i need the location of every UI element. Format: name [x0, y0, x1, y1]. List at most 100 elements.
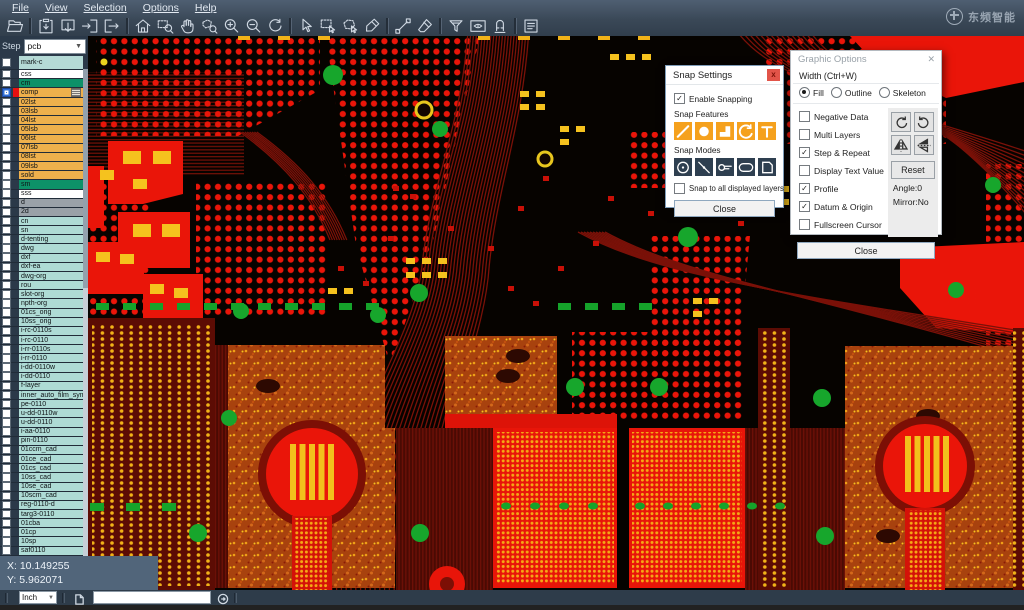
layer-checkbox[interactable]	[2, 244, 11, 253]
toolbar-export-button[interactable]	[101, 16, 123, 36]
toolbar-pan-button[interactable]	[176, 16, 198, 36]
toolbar-snap-button[interactable]	[489, 16, 511, 36]
layer-row[interactable]: targ3-0110	[0, 510, 83, 519]
layer-row[interactable]: pin-0110	[0, 437, 83, 446]
layer-row[interactable]: 10ss_cad	[0, 473, 83, 482]
snap-dialog-titlebar[interactable]: Snap Settings x	[666, 66, 783, 85]
layer-row[interactable]: dwg-org	[0, 272, 83, 281]
close-icon[interactable]: x	[767, 69, 780, 81]
layer-row[interactable]: mark-c	[0, 56, 83, 70]
layer-checkbox[interactable]	[2, 290, 11, 299]
layer-row[interactable]: 01ce_cad	[0, 455, 83, 464]
snap-arc-button[interactable]	[737, 122, 755, 140]
layer-row[interactable]: pe-0110	[0, 400, 83, 409]
layer-checkbox[interactable]	[2, 144, 11, 153]
menu-view[interactable]: View	[37, 2, 76, 14]
layer-list-scrollbar[interactable]	[83, 69, 88, 556]
toolbar-import-button[interactable]	[79, 16, 101, 36]
unit-select[interactable]: Inch ▼	[19, 591, 57, 604]
mirror-v-button[interactable]	[914, 135, 934, 155]
snap-line-button[interactable]	[674, 122, 692, 140]
layer-checkbox[interactable]	[2, 537, 11, 546]
rotate-cw-button[interactable]	[891, 112, 911, 132]
layer-checkbox[interactable]	[2, 528, 11, 537]
layer-row[interactable]: d	[0, 199, 83, 208]
layer-checkbox[interactable]	[2, 482, 11, 491]
option-datum-origin[interactable]: ✓Datum & Origin	[799, 201, 884, 212]
toolbar-select-poly-button[interactable]	[339, 16, 361, 36]
layer-row[interactable]: sold	[0, 171, 83, 180]
layer-row[interactable]: d-tenting	[0, 235, 83, 244]
layer-checkbox[interactable]	[2, 400, 11, 409]
step-select[interactable]: pcb ▼	[24, 39, 86, 54]
layer-checkbox[interactable]	[2, 208, 11, 217]
option-profile[interactable]: ✓Profile	[799, 183, 884, 194]
layer-checkbox[interactable]	[2, 546, 11, 555]
layer-checkbox[interactable]	[2, 162, 11, 171]
toolbar-filter-button[interactable]	[445, 16, 467, 36]
layer-row[interactable]: dwg	[0, 244, 83, 253]
toolbar-select-rect-button[interactable]	[317, 16, 339, 36]
layer-checkbox[interactable]	[2, 116, 11, 125]
snap-close-button[interactable]: Close	[674, 200, 775, 217]
layer-row[interactable]: 01cba	[0, 519, 83, 528]
layer-row[interactable]: 06lst	[0, 135, 83, 144]
radio-outline[interactable]: Outline	[831, 87, 876, 98]
toolbar-zoom-window-button[interactable]	[154, 16, 176, 36]
option-multi-layers[interactable]: Multi Layers	[799, 129, 884, 140]
option-fullscreen-cursor[interactable]: Fullscreen Cursor	[799, 219, 884, 230]
layer-checkbox[interactable]	[2, 134, 11, 143]
layer-row[interactable]: cn	[0, 217, 83, 226]
radio-skeleton[interactable]: Skeleton	[879, 87, 930, 98]
layer-row[interactable]: dxf	[0, 254, 83, 263]
layer-checkbox[interactable]	[2, 171, 11, 180]
layer-row[interactable]: comp	[0, 88, 83, 98]
layer-row[interactable]: i-rr-0110s	[0, 345, 83, 354]
layer-checkbox[interactable]	[2, 189, 11, 198]
toolbar-open-button[interactable]	[4, 16, 26, 36]
graphic-close-button[interactable]: Close	[797, 242, 935, 259]
layer-checkbox[interactable]	[2, 446, 11, 455]
layer-checkbox[interactable]	[2, 391, 11, 400]
layer-checkbox[interactable]	[2, 217, 11, 226]
layer-row[interactable]: i-rr-0110	[0, 354, 83, 363]
layer-checkbox[interactable]	[2, 308, 11, 317]
layer-row[interactable]: sn	[0, 226, 83, 235]
layer-row[interactable]: f-layer	[0, 382, 83, 391]
layer-row[interactable]: sss	[0, 190, 83, 199]
layer-checkbox[interactable]	[2, 226, 11, 235]
layer-checkbox[interactable]	[2, 510, 11, 519]
layer-row[interactable]: npth-org	[0, 299, 83, 308]
script-icon[interactable]	[74, 592, 85, 603]
layer-row[interactable]: 09lsb	[0, 162, 83, 171]
close-icon[interactable]: ✕	[927, 54, 935, 65]
layer-checkbox[interactable]	[2, 125, 11, 134]
layer-row[interactable]: 05lsb	[0, 125, 83, 134]
layer-checkbox[interactable]	[2, 327, 11, 336]
layer-checkbox[interactable]	[2, 345, 11, 354]
option-step-repeat[interactable]: ✓Step & Repeat	[799, 147, 884, 158]
layer-checkbox[interactable]	[2, 70, 11, 79]
layer-row[interactable]: slot-org	[0, 290, 83, 299]
layer-row[interactable]: 04lst	[0, 116, 83, 125]
snap-text-button[interactable]	[758, 122, 776, 140]
layer-checkbox[interactable]	[2, 492, 11, 501]
layer-row[interactable]: i-aa-0110	[0, 428, 83, 437]
layer-checkbox[interactable]	[2, 272, 11, 281]
mirror-h-button[interactable]	[891, 135, 911, 155]
layer-checkbox[interactable]	[2, 235, 11, 244]
layer-row[interactable]: i-dd-0110	[0, 373, 83, 382]
layer-row[interactable]: 01ccm_cad	[0, 446, 83, 455]
layer-checkbox[interactable]	[2, 253, 11, 262]
layer-row[interactable]: 01cp	[0, 528, 83, 537]
layer-checkbox[interactable]	[2, 455, 11, 464]
layer-row[interactable]: css	[0, 70, 83, 79]
snap-midpoint-button[interactable]	[695, 158, 713, 176]
layer-checkbox[interactable]	[2, 427, 11, 436]
toolbar-home-button[interactable]	[132, 16, 154, 36]
layer-row[interactable]: 03lsb	[0, 107, 83, 116]
layer-row[interactable]: saf0110	[0, 547, 83, 556]
snap-contour-button[interactable]	[758, 158, 776, 176]
snap-all-layers-checkbox[interactable]: Snap to all displayed layers	[674, 183, 775, 194]
toolbar-save-button[interactable]	[57, 16, 79, 36]
